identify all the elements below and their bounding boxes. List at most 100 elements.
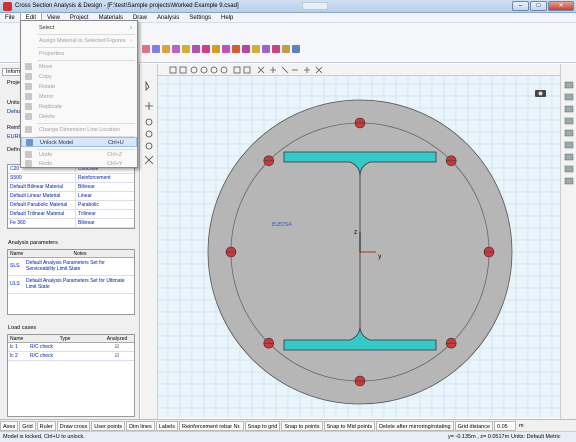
redo-icon bbox=[25, 160, 32, 167]
zoom-out-icon bbox=[145, 130, 153, 138]
menu-item-delete: Delete bbox=[21, 112, 137, 122]
menu-item-mirror: Mirror bbox=[21, 92, 137, 102]
axis-y-label: y bbox=[378, 253, 382, 260]
analyzed-checkbox[interactable]: ☑ bbox=[100, 343, 134, 351]
canvas-side-tools bbox=[141, 64, 158, 419]
analysis-parameters-title: Analysis parameters bbox=[8, 240, 58, 246]
units-group-label: Units bbox=[7, 100, 20, 106]
app-icon bbox=[3, 1, 12, 11]
analyzed-checkbox[interactable]: ☑ bbox=[100, 352, 134, 360]
grid-distance-input[interactable]: 0.05 bbox=[494, 420, 517, 431]
maximize-button[interactable]: □ bbox=[530, 1, 547, 11]
tool-16-icon[interactable] bbox=[292, 45, 300, 53]
right-tool-icon bbox=[564, 117, 574, 125]
analysis-row[interactable]: SLS Default Analysis Parameters Set for S… bbox=[8, 258, 134, 276]
grid-distance-label: Grid distance bbox=[454, 420, 494, 431]
menu-help[interactable]: Help bbox=[216, 13, 238, 23]
menu-item-copy: Copy bbox=[21, 72, 137, 82]
undo-icon bbox=[25, 151, 32, 158]
pointer-icon bbox=[145, 80, 150, 91]
toggle-snap-points[interactable]: Snap to points bbox=[281, 420, 323, 431]
tool-6-icon[interactable] bbox=[192, 45, 200, 53]
material-row[interactable]: S500 Reinforcement bbox=[8, 174, 134, 183]
cursor-coordinates: y= -0.135m , z= 0.0517m bbox=[448, 434, 510, 440]
toggle-draw-cross[interactable]: Draw cross bbox=[56, 420, 91, 431]
menu-file[interactable]: File bbox=[0, 13, 20, 23]
canvas-tool-icon bbox=[243, 66, 251, 74]
window-title: Cross Section Analysis & Design - [F:\te… bbox=[15, 3, 239, 9]
cross-section-drawing[interactable]: y z ELEDSA bbox=[158, 76, 560, 418]
canvas-tool-icon bbox=[210, 66, 218, 74]
toggle-snap-mid-points[interactable]: Snap to Mid points bbox=[323, 420, 376, 431]
col-notes: Notes bbox=[73, 251, 87, 257]
tool-15-icon[interactable] bbox=[282, 45, 290, 53]
right-tool-icon bbox=[564, 93, 574, 101]
menu-item-move: Move bbox=[21, 62, 137, 72]
zoom-extents-icon bbox=[144, 155, 154, 165]
right-toolbar bbox=[560, 64, 576, 419]
load-case-row[interactable]: lc 1 R/C check ☑ bbox=[8, 343, 134, 352]
mirror-icon bbox=[25, 93, 32, 100]
drawing-canvas[interactable]: y z ELEDSA bbox=[158, 76, 560, 418]
material-row[interactable]: Default Bilinear Material Bilinear bbox=[8, 183, 134, 192]
tool-10-icon[interactable] bbox=[232, 45, 240, 53]
material-row[interactable]: Default Parabolic Material Parabolic bbox=[8, 201, 134, 210]
tool-14-icon[interactable] bbox=[272, 45, 280, 53]
material-row[interactable]: Default Linear Material Linear bbox=[8, 192, 134, 201]
title-bar: Cross Section Analysis & Design - [F:\te… bbox=[0, 0, 576, 13]
rotate-icon bbox=[25, 83, 32, 90]
material-row[interactable]: Fe 360 Bilinear bbox=[8, 219, 134, 228]
toggle-ruler[interactable]: Ruler bbox=[36, 420, 56, 431]
right-tool-icon bbox=[564, 177, 574, 185]
canvas-tool-icon bbox=[190, 66, 198, 74]
right-tool-icon bbox=[564, 153, 574, 161]
load-cases-table: Name Type Analyzed lc 1 R/C check ☑ lc 2 R/C … bbox=[7, 334, 135, 417]
tool-13-icon[interactable] bbox=[262, 45, 270, 53]
toggle-rebar-nr[interactable]: Reinforcement rebar Nr. bbox=[178, 420, 244, 431]
right-tool-icon bbox=[564, 81, 574, 89]
toggle-axes[interactable]: Axes bbox=[0, 420, 19, 431]
tool-3-icon[interactable] bbox=[162, 45, 170, 53]
dimension-icon bbox=[25, 126, 32, 133]
tool-9-icon[interactable] bbox=[222, 45, 230, 53]
menu-item-unlock-model[interactable]: Unlock Model Ctrl+U bbox=[21, 137, 137, 147]
toggle-snap-grid[interactable]: Snap to grid bbox=[244, 420, 281, 431]
menu-settings[interactable]: Settings bbox=[184, 13, 216, 23]
right-tool-icon bbox=[564, 141, 574, 149]
tool-1-icon[interactable] bbox=[142, 45, 150, 53]
tool-12-icon[interactable] bbox=[252, 45, 260, 53]
toggle-labels[interactable]: Labels bbox=[155, 420, 178, 431]
project-group-label: Proje bbox=[7, 80, 20, 86]
tool-4-icon[interactable] bbox=[172, 45, 180, 53]
canvas-tool-icon bbox=[315, 66, 323, 74]
toggle-dim-lines[interactable]: Dim lines bbox=[126, 420, 155, 431]
grid-distance-unit: m bbox=[519, 422, 524, 429]
move-icon bbox=[25, 63, 32, 70]
camera-icon[interactable] bbox=[534, 88, 548, 98]
minimize-button[interactable]: – bbox=[512, 1, 529, 11]
canvas-tool-icon bbox=[179, 66, 187, 74]
menu-item-properties: Properties bbox=[39, 51, 65, 57]
menu-item-select[interactable]: Select › bbox=[21, 23, 137, 33]
tool-8-icon[interactable] bbox=[212, 45, 220, 53]
col-name: Name bbox=[10, 251, 24, 257]
load-cases-title: Load cases bbox=[8, 325, 37, 331]
tool-7-icon[interactable] bbox=[202, 45, 210, 53]
pan-icon bbox=[145, 102, 153, 110]
toggle-delete-after-mirror[interactable]: Delete after mirroring/rotating bbox=[376, 420, 454, 431]
toggle-user-points[interactable]: User points bbox=[91, 420, 126, 431]
tool-2-icon[interactable] bbox=[152, 45, 160, 53]
menu-item-rotate: Rotate bbox=[21, 82, 137, 92]
toggle-grid[interactable]: Grid bbox=[19, 420, 36, 431]
hidden-window-indicator bbox=[302, 2, 328, 10]
replicate-icon bbox=[25, 103, 32, 110]
analysis-row[interactable]: ULS Default Analysis Parameters Set for U… bbox=[8, 276, 134, 294]
units-indicator: Units: Default Metric bbox=[511, 434, 561, 440]
load-case-row[interactable]: lc 2 R/C check ☑ bbox=[8, 352, 134, 361]
canvas-tool-icon bbox=[270, 67, 276, 73]
tool-11-icon[interactable] bbox=[242, 45, 250, 53]
material-row[interactable]: Default Trilinear Material Trilinear bbox=[8, 210, 134, 219]
menu-analysis[interactable]: Analysis bbox=[152, 13, 184, 23]
tool-5-icon[interactable] bbox=[182, 45, 190, 53]
close-button[interactable]: ✕ bbox=[548, 1, 574, 11]
